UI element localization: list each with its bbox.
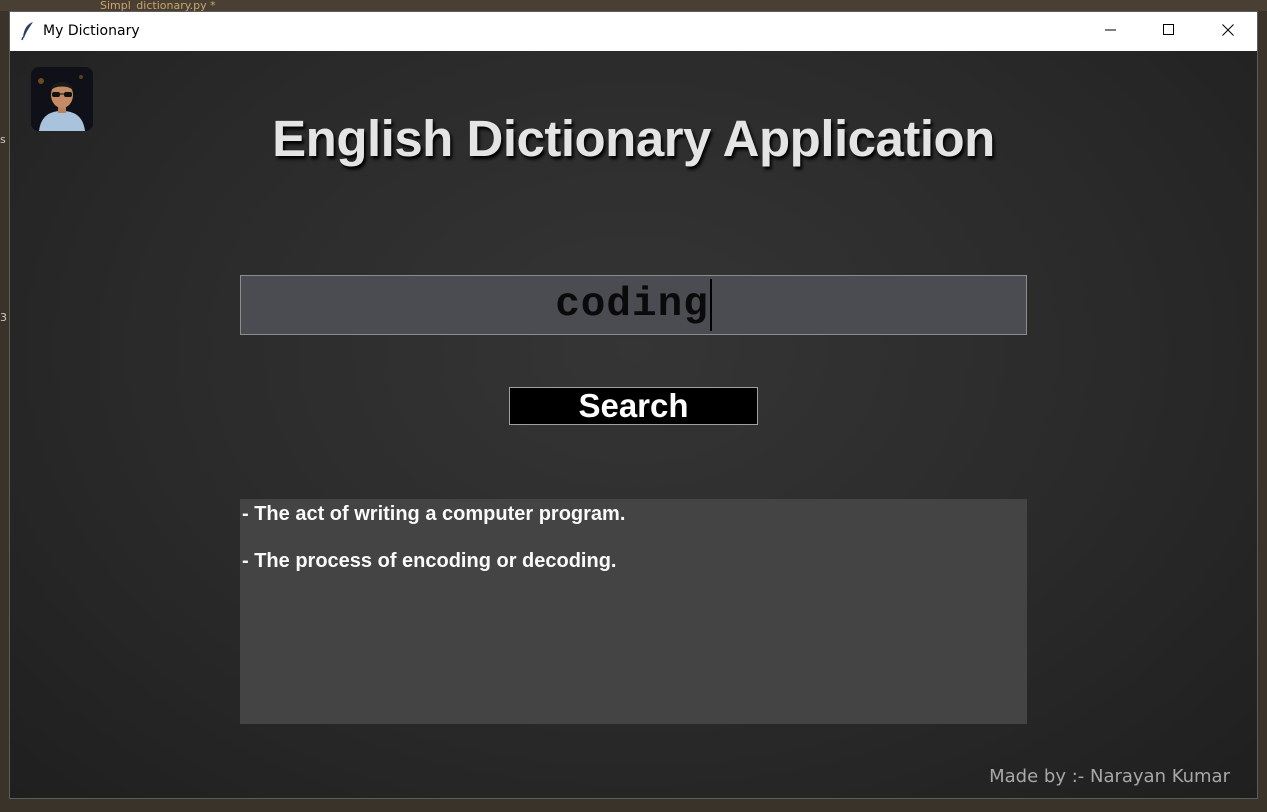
background-editor-tab: Simpl_dictionary.py * xyxy=(100,0,216,11)
search-input-value: coding xyxy=(555,282,709,328)
maximize-icon xyxy=(1163,23,1175,41)
definition-line: - The process of encoding or decoding. xyxy=(242,550,617,572)
close-icon xyxy=(1222,23,1234,41)
search-button[interactable]: Search xyxy=(509,387,758,425)
window-title: My Dictionary xyxy=(43,23,140,39)
title-bar[interactable]: My Dictionary xyxy=(10,12,1257,51)
minimize-icon xyxy=(1105,23,1117,41)
page-title: English Dictionary Application xyxy=(272,110,995,167)
search-input[interactable]: coding xyxy=(240,275,1027,335)
app-window: My Dictionary English Dictionary Applica… xyxy=(9,11,1258,799)
close-button[interactable] xyxy=(1199,12,1257,51)
definition-line: - The act of writing a computer program. xyxy=(242,503,626,525)
background-edge-text: s xyxy=(0,133,6,146)
minimize-button[interactable] xyxy=(1082,12,1140,51)
feather-icon xyxy=(21,21,35,41)
text-caret xyxy=(709,279,712,331)
footer-credit: Made by :- Narayan Kumar xyxy=(989,766,1230,787)
app-canvas: English Dictionary Application coding Se… xyxy=(10,51,1257,798)
desktop-background: Simpl_dictionary.py * xyxy=(0,0,1267,11)
maximize-button[interactable] xyxy=(1140,12,1198,51)
background-edge-text: 3 xyxy=(0,311,7,324)
definition-results[interactable]: - The act of writing a computer program.… xyxy=(240,499,1027,724)
